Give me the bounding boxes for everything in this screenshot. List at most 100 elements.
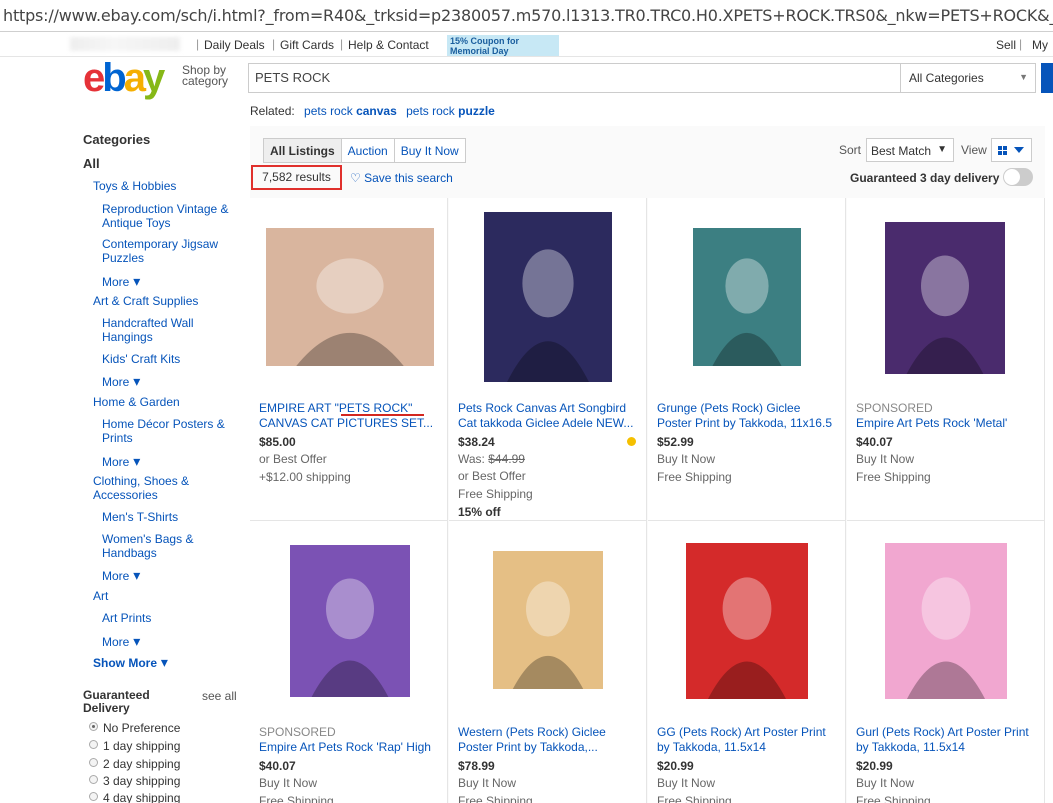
category-handcrafted-wall-2[interactable]: Hangings	[102, 330, 153, 344]
show-more-link[interactable]: Show More	[93, 654, 168, 671]
listing-image[interactable]	[290, 545, 410, 697]
category-kids-craft[interactable]: Kids' Craft Kits	[102, 352, 180, 366]
address-bar[interactable]: https://www.ebay.com/sch/i.html?_from=R4…	[0, 0, 1053, 32]
listing-title[interactable]: Pets Rock Canvas Art Songbird	[458, 401, 640, 416]
listing-card[interactable]: Pets Rock Canvas Art Songbird Cat takkoda…	[449, 198, 647, 521]
listing-title[interactable]: Empire Art Pets Rock 'Rap' High	[259, 740, 441, 755]
listing-image[interactable]	[493, 551, 603, 689]
shipping-option[interactable]: 4 day shipping	[103, 791, 180, 803]
view-select[interactable]	[991, 138, 1032, 162]
shipping-info: Free Shipping	[458, 487, 533, 501]
listing-image[interactable]	[266, 228, 434, 366]
listing-card[interactable]: Western (Pets Rock) Giclee Poster Print b…	[449, 521, 647, 803]
category-home-garden[interactable]: Home & Garden	[93, 395, 180, 409]
ebay-logo[interactable]: ebay	[83, 58, 165, 98]
listing-image[interactable]	[484, 212, 612, 382]
listing-card[interactable]: GG (Pets Rock) Art Poster Print by Takkod…	[648, 521, 846, 803]
related-link-puzzle[interactable]: pets rock puzzle	[406, 104, 495, 118]
related-searches: Related: pets rock canvas pets rock puzz…	[250, 104, 495, 118]
search-button[interactable]	[1041, 63, 1053, 93]
radio-no-preference[interactable]	[89, 722, 98, 731]
tab-buy-it-now[interactable]: Buy It Now	[395, 139, 465, 162]
listing-title[interactable]: GG (Pets Rock) Art Poster Print	[657, 725, 839, 740]
category-womens-bags[interactable]: Women's Bags &	[102, 532, 193, 546]
shipping-option[interactable]: 3 day shipping	[103, 774, 180, 788]
category-art-prints[interactable]: Art Prints	[102, 611, 151, 625]
tab-auction[interactable]: Auction	[342, 139, 395, 162]
my-ebay-link[interactable]: My	[1032, 38, 1048, 52]
listing-title[interactable]: by Takkoda, 11.5x14	[657, 740, 839, 755]
sell-link[interactable]: Sell	[996, 38, 1016, 52]
radio-3-day[interactable]	[89, 775, 98, 784]
radio-1-day[interactable]	[89, 740, 98, 749]
search-input[interactable]: PETS ROCK	[255, 70, 330, 85]
daily-deals-link[interactable]: Daily Deals	[204, 38, 265, 52]
shipping-option[interactable]: No Preference	[103, 721, 180, 735]
listing-price: $20.99	[856, 759, 893, 773]
save-search-link[interactable]: ♡ Save this search	[350, 171, 453, 185]
listing-title[interactable]: by Takkoda, 11.5x14	[856, 740, 1038, 755]
category-handcrafted-wall[interactable]: Handcrafted Wall	[102, 316, 194, 330]
radio-2-day[interactable]	[89, 758, 98, 767]
listing-title[interactable]: Empire Art Pets Rock 'Metal'	[856, 416, 1038, 431]
more-link[interactable]: More	[102, 373, 140, 390]
coupon-banner[interactable]: 15% Coupon for Memorial Day	[447, 35, 559, 56]
listing-price: $85.00	[259, 435, 296, 449]
listing-image[interactable]	[693, 228, 801, 366]
category-womens-bags-2[interactable]: Handbags	[102, 546, 157, 560]
shipping-option[interactable]: 2 day shipping	[103, 757, 180, 771]
guaranteed-delivery-toggle[interactable]	[1003, 168, 1033, 186]
shipping-option[interactable]: 1 day shipping	[103, 739, 180, 753]
category-toys-hobbies[interactable]: Toys & Hobbies	[93, 179, 176, 193]
category-art[interactable]: Art	[93, 589, 108, 603]
tab-all-listings[interactable]: All Listings	[264, 139, 342, 162]
purchase-option: Buy It Now	[657, 776, 716, 790]
pet-portrait-icon	[507, 249, 589, 382]
see-all-link[interactable]: see all	[202, 689, 237, 703]
listing-image[interactable]	[686, 543, 808, 699]
category-reproduction-vintage[interactable]: Reproduction Vintage &	[102, 202, 229, 216]
shipping-info: Free Shipping	[856, 794, 931, 803]
listing-title[interactable]: Cat takkoda Giclee Adele NEW...	[458, 416, 640, 431]
listing-title[interactable]: Gurl (Pets Rock) Art Poster Print	[856, 725, 1038, 740]
category-home-decor[interactable]: Home Décor Posters &	[102, 417, 225, 431]
more-link[interactable]: More	[102, 633, 140, 650]
more-link[interactable]: More	[102, 567, 140, 584]
more-link[interactable]: More	[102, 273, 140, 290]
category-art-craft[interactable]: Art & Craft Supplies	[93, 294, 198, 308]
listing-image[interactable]	[885, 222, 1005, 374]
category-home-decor-2[interactable]: Prints	[102, 431, 133, 445]
help-contact-link[interactable]: Help & Contact	[348, 38, 429, 52]
listing-title[interactable]: Poster Print by Takkoda,...	[458, 740, 640, 755]
listing-card[interactable]: SPONSORED Empire Art Pets Rock 'Metal' $40…	[847, 198, 1045, 521]
category-contemporary-jigsaw[interactable]: Contemporary Jigsaw	[102, 237, 218, 251]
purchase-option: Buy It Now	[856, 776, 915, 790]
category-contemporary-jigsaw-2[interactable]: Puzzles	[102, 251, 144, 265]
shipping-info: Free Shipping	[259, 794, 334, 803]
category-select[interactable]: All Categories ▼	[900, 63, 1036, 93]
listing-title[interactable]: Poster Print by Takkoda, 11x16.5	[657, 416, 839, 431]
sort-select[interactable]: Best Match ▼	[866, 138, 954, 162]
pet-portrait-icon	[906, 255, 984, 374]
category-mens-tshirts[interactable]: Men's T-Shirts	[102, 510, 178, 524]
listing-card[interactable]: EMPIRE ART "PETS ROCK" CANVAS CAT PICTURE…	[250, 198, 448, 521]
gift-cards-link[interactable]: Gift Cards	[280, 38, 334, 52]
category-reproduction-vintage-2[interactable]: Antique Toys	[102, 216, 171, 230]
related-link-canvas[interactable]: pets rock canvas	[304, 104, 397, 118]
listing-price: $40.07	[856, 435, 893, 449]
listing-title[interactable]: Western (Pets Rock) Giclee	[458, 725, 640, 740]
shop-by-category-button[interactable]: Shop by category	[182, 64, 228, 87]
radio-4-day[interactable]	[89, 792, 98, 801]
listing-card[interactable]: Gurl (Pets Rock) Art Poster Print by Takk…	[847, 521, 1045, 803]
category-clothing-2[interactable]: Accessories	[93, 488, 158, 502]
divider: |	[1019, 37, 1023, 51]
shipping-info: Free Shipping	[657, 794, 732, 803]
listing-image[interactable]	[885, 543, 1007, 699]
listing-card[interactable]: Grunge (Pets Rock) Giclee Poster Print by…	[648, 198, 846, 521]
listing-title[interactable]: Grunge (Pets Rock) Giclee	[657, 401, 839, 416]
category-clothing[interactable]: Clothing, Shoes &	[93, 474, 189, 488]
listing-card[interactable]: SPONSORED Empire Art Pets Rock 'Rap' High…	[250, 521, 448, 803]
listing-price: $38.24	[458, 435, 495, 449]
more-link[interactable]: More	[102, 453, 140, 470]
listing-title[interactable]: CANVAS CAT PICTURES SET...	[259, 416, 441, 431]
